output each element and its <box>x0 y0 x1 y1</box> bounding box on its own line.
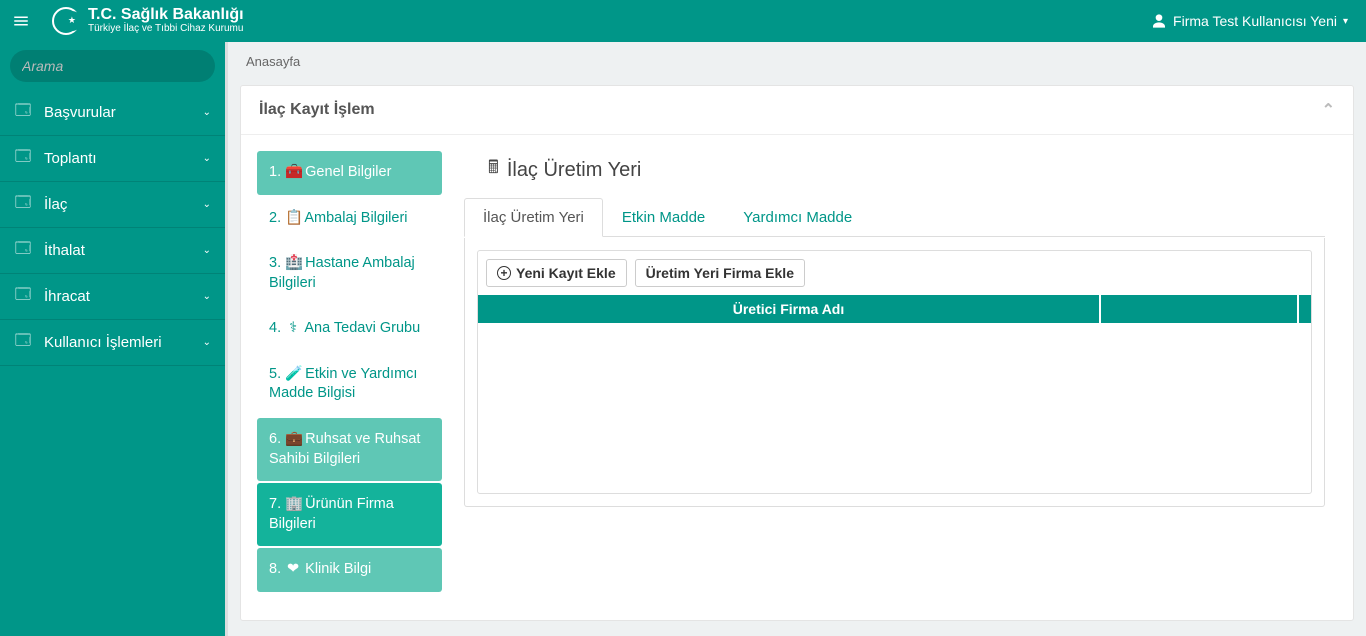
step-item[interactable]: 5. 🧪 Etkin ve Yardımcı Madde Bilgisi <box>257 353 442 416</box>
panel-header: İlaç Kayıt İşlem ⌃ <box>241 86 1353 135</box>
content-area: 🖩 İlaç Üretim Yeri İlaç Üretim YeriEtkin… <box>464 151 1325 507</box>
chevron-down-icon: ▾ <box>1343 16 1348 27</box>
window-icon: 🗔 <box>14 100 32 125</box>
grid-header-spacer <box>1101 295 1299 323</box>
step-icon: 🏥 <box>285 254 301 274</box>
window-icon: 🗔 <box>14 284 32 309</box>
main-content: Anasayfa İlaç Kayıt İşlem ⌃ 1. 🧰 Genel B… <box>225 42 1366 636</box>
step-item[interactable]: 6. 💼 Ruhsat ve Ruhsat Sahibi Bilgileri <box>257 418 442 481</box>
calculator-icon: 🖩 <box>488 155 499 185</box>
collapse-icon[interactable]: ⌃ <box>1322 100 1335 120</box>
tab[interactable]: Yardımcı Madde <box>724 198 871 237</box>
step-item[interactable]: 4. ⚕ Ana Tedavi Grubu <box>257 307 442 351</box>
window-icon: 🗔 <box>14 330 32 355</box>
user-icon <box>1151 13 1167 29</box>
grid-header-spacer <box>1299 295 1311 323</box>
sidebar-item[interactable]: 🗔 İthalat ⌄ <box>0 228 225 274</box>
step-item[interactable]: 1. 🧰 Genel Bilgiler <box>257 151 442 195</box>
hamburger-menu-button[interactable] <box>0 0 42 42</box>
step-item[interactable]: 8. ❤ Klinik Bilgi <box>257 548 442 592</box>
step-icon: 🧰 <box>285 163 301 183</box>
step-label: Ana Tedavi Grubu <box>304 320 420 336</box>
sidebar-item[interactable]: 🗔 Başvurular ⌄ <box>0 90 225 136</box>
step-icon: ⚕ <box>285 319 301 339</box>
chevron-down-icon: ⌄ <box>203 107 211 118</box>
step-icon: ❤ <box>285 560 301 580</box>
tab[interactable]: İlaç Üretim Yeri <box>464 198 603 237</box>
logo-icon <box>52 7 80 35</box>
sidebar-item-label: Kullanıcı İşlemleri <box>44 334 162 351</box>
step-icon: 💼 <box>285 430 301 450</box>
panel: İlaç Kayıt İşlem ⌃ 1. 🧰 Genel Bilgiler2.… <box>240 85 1354 621</box>
grid-header-row: Üretici Firma Adı <box>478 295 1311 323</box>
sidebar-item-label: İlaç <box>44 196 67 213</box>
step-label: Klinik Bilgi <box>305 561 371 577</box>
user-name: Firma Test Kullanıcısı Yeni <box>1173 13 1337 29</box>
chevron-down-icon: ⌄ <box>203 291 211 302</box>
sidebar-item[interactable]: 🗔 Toplantı ⌄ <box>0 136 225 182</box>
step-icon: 🧪 <box>285 365 301 385</box>
new-record-button[interactable]: + Yeni Kayıt Ekle <box>486 259 627 287</box>
content-title-text: İlaç Üretim Yeri <box>507 159 642 182</box>
plus-circle-icon: + <box>497 266 511 280</box>
step-icon: 🏢 <box>285 495 301 515</box>
chevron-down-icon: ⌄ <box>203 199 211 210</box>
user-menu[interactable]: Firma Test Kullanıcısı Yeni ▾ <box>1151 13 1366 29</box>
step-item[interactable]: 3. 🏥 Hastane Ambalaj Bilgileri <box>257 242 442 305</box>
step-item[interactable]: 7. 🏢 Ürünün Firma Bilgileri <box>257 483 442 546</box>
chevron-down-icon: ⌄ <box>203 337 211 348</box>
brand-block: T.C. Sağlık Bakanlığı Türkiye İlaç ve Tı… <box>42 7 254 35</box>
panel-title: İlaç Kayıt İşlem <box>259 101 375 119</box>
step-list: 1. 🧰 Genel Bilgiler2. 📋 Ambalaj Bilgiler… <box>257 151 442 592</box>
chevron-down-icon: ⌄ <box>203 245 211 256</box>
add-firm-button[interactable]: Üretim Yeri Firma Ekle <box>635 259 805 287</box>
search-input[interactable] <box>22 58 204 74</box>
tab-panel: + Yeni Kayıt Ekle Üretim Yeri Firma Ekle… <box>464 238 1325 507</box>
hamburger-icon <box>12 12 30 30</box>
sidebar-item-label: Başvurular <box>44 104 116 121</box>
content-title: 🖩 İlaç Üretim Yeri <box>488 155 1325 185</box>
sidebar-item-label: İhracat <box>44 288 90 305</box>
sidebar-item[interactable]: 🗔 İhracat ⌄ <box>0 274 225 320</box>
window-icon: 🗔 <box>14 238 32 263</box>
step-label: Genel Bilgiler <box>305 164 391 180</box>
sidebar-item-label: Toplantı <box>44 150 97 167</box>
tab-list: İlaç Üretim YeriEtkin MaddeYardımcı Madd… <box>464 198 1325 237</box>
step-label: Ambalaj Bilgileri <box>304 210 407 226</box>
brand-subtitle: Türkiye İlaç ve Tıbbi Cihaz Kurumu <box>88 23 244 35</box>
breadcrumb[interactable]: Anasayfa <box>228 42 1366 81</box>
sidebar-item[interactable]: 🗔 İlaç ⌄ <box>0 182 225 228</box>
window-icon: 🗔 <box>14 146 32 171</box>
sidebar-item[interactable]: 🗔 Kullanıcı İşlemleri ⌄ <box>0 320 225 366</box>
step-icon: 📋 <box>285 209 301 229</box>
grid-header-cell: Üretici Firma Adı <box>478 295 1101 323</box>
sidebar: 🗔 Başvurular ⌄ 🗔 Toplantı ⌄ 🗔 İlaç ⌄ 🗔 İthalat ⌄ 🗔 İh… <box>0 42 225 636</box>
step-item[interactable]: 2. 📋 Ambalaj Bilgileri <box>257 197 442 241</box>
sidebar-item-label: İthalat <box>44 242 85 259</box>
brand-title: T.C. Sağlık Bakanlığı <box>88 7 244 23</box>
grid-body <box>478 323 1311 493</box>
tab[interactable]: Etkin Madde <box>603 198 724 237</box>
grid-panel: + Yeni Kayıt Ekle Üretim Yeri Firma Ekle… <box>477 250 1312 494</box>
search-box[interactable] <box>10 50 215 82</box>
topbar: T.C. Sağlık Bakanlığı Türkiye İlaç ve Tı… <box>0 0 1366 42</box>
chevron-down-icon: ⌄ <box>203 153 211 164</box>
window-icon: 🗔 <box>14 192 32 217</box>
